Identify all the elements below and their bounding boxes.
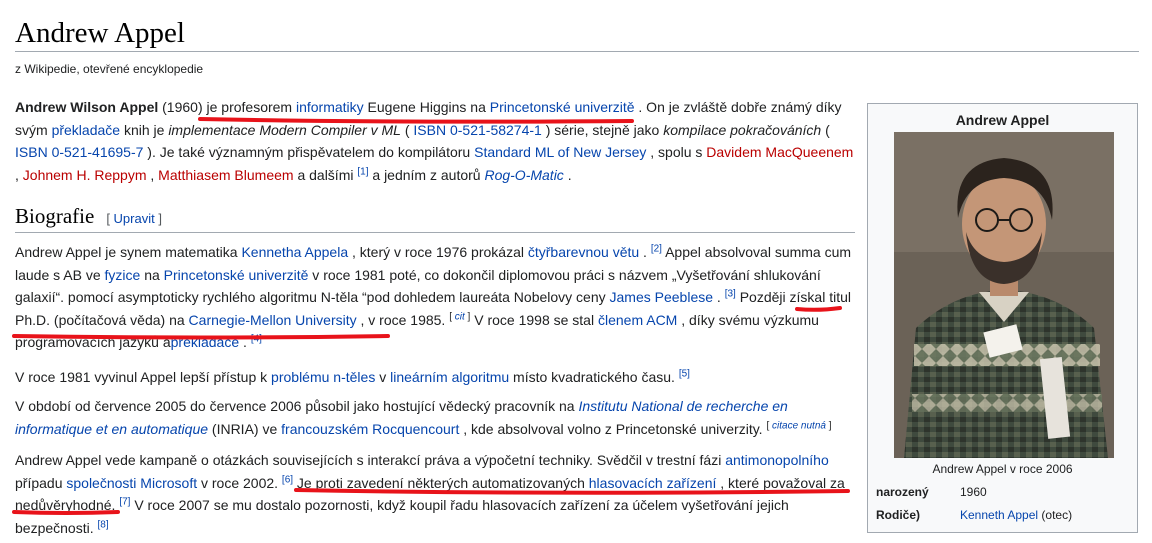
text: , kde absolvoval volno z Princetonské un… <box>459 420 767 437</box>
link-antimonopolniho[interactable]: antimonopolního <box>725 452 829 468</box>
link-linearni-algoritmus[interactable]: lineárním algoritmu <box>390 369 509 385</box>
text: V roce 1981 vyvinul Appel lepší přístup … <box>15 369 272 385</box>
title-divider <box>15 51 1139 52</box>
text: (INRIA) ve <box>208 420 282 437</box>
text: V roce 1998 se stal <box>470 311 598 328</box>
reference-1[interactable]: [1] <box>357 166 368 177</box>
text: (otec) <box>1038 508 1073 522</box>
redlink-blume[interactable]: Matthiasem Blumeem <box>158 167 293 183</box>
link-princeton-2[interactable]: Princetonské univerzitě <box>164 267 309 283</box>
book-title: kompilace pokračováních <box>663 121 822 138</box>
bio-paragraph-1: Andrew Appel je synem matematika Kenneth… <box>15 241 855 354</box>
link-rocquencourt[interactable]: francouzském Rocquencourt <box>281 421 459 437</box>
photo-caption: Andrew Appel v roce 2006 <box>932 462 1073 476</box>
link-peebles[interactable]: James Peeblese <box>610 289 714 305</box>
text: ) série, stejně jako <box>541 121 664 138</box>
redlink-reppy[interactable]: Johnem H. Reppym <box>23 167 147 183</box>
reference-4[interactable]: [4] <box>251 333 262 344</box>
bio-paragraph-2: V roce 1981 vyvinul Appel lepší přístup … <box>15 366 855 389</box>
text: místo kvadratického času. <box>509 369 679 385</box>
section-biografie: Biografie [ Upravit ] <box>15 204 855 229</box>
text: . <box>239 334 251 350</box>
link-prekladace[interactable]: překladače <box>52 122 121 138</box>
citation-needed-link[interactable]: cit <box>455 311 465 322</box>
link-isbn-2[interactable]: ISBN 0-521-41695-7 <box>15 144 143 160</box>
reference-7[interactable]: [7] <box>119 496 130 507</box>
text: na <box>140 266 164 283</box>
text: Eugene Higgins na <box>363 99 490 115</box>
page-title: Andrew Appel <box>15 17 185 49</box>
text: ( <box>400 121 414 138</box>
page-tagline: z Wikipedie, otevřené encyklopedie <box>15 62 204 76</box>
reference-3[interactable]: [3] <box>725 288 736 299</box>
link-fyzice[interactable]: fyzice <box>105 267 141 283</box>
link-cmu[interactable]: Carnegie-Mellon University <box>189 312 357 328</box>
link-problem-n-teles[interactable]: problému n-těles <box>271 369 375 385</box>
bracket: ] <box>154 211 162 226</box>
bio-paragraph-4: Andrew Appel vede kampaně o otázkách sou… <box>15 449 855 539</box>
born-value: 1960 <box>960 485 987 499</box>
link-rogomatic[interactable]: Rog-O-Matic <box>484 167 563 183</box>
text: knih je <box>120 121 169 138</box>
section-heading: Biografie <box>15 204 95 228</box>
portrait-illustration <box>894 132 1114 458</box>
infobox: Andrew Appel Andrew Appel v roce 2006 na… <box>867 103 1138 533</box>
text: (1960) je profesorem <box>158 99 296 115</box>
text: a jedním z autorů <box>368 166 485 183</box>
text: . <box>713 289 725 305</box>
link-isbn-1[interactable]: ISBN 0-521-58274-1 <box>413 122 541 138</box>
text: ( <box>821 121 830 138</box>
link-sml[interactable]: Standard ML of New Jersey <box>474 144 646 160</box>
reference-5[interactable]: [5] <box>679 368 690 379</box>
link-acm[interactable]: členem ACM <box>598 312 677 328</box>
text: , <box>15 166 23 183</box>
subject-name: Andrew Wilson Appel <box>15 99 159 115</box>
citation-needed-link-2[interactable]: citace nutná <box>772 420 826 431</box>
link-ctyrbarevna-veta[interactable]: čtyřbarevnou větu <box>528 244 639 260</box>
text: , <box>146 166 159 183</box>
link-informatiky[interactable]: informatiky <box>296 99 364 115</box>
link-hlasovaci-zarizeni[interactable]: hlasovacích zařízení <box>589 475 717 491</box>
text: Andrew Appel je synem matematika <box>15 244 242 260</box>
text: Je proti zavedení některých automatizova… <box>293 474 589 491</box>
edit-section: [ Upravit ] <box>106 211 162 226</box>
text: v <box>375 369 391 385</box>
text: V roce 2007 se mu dostalo pozornosti, kd… <box>15 497 789 536</box>
book-title: implementace Modern Compiler v ML <box>168 121 401 138</box>
link-microsoft[interactable]: společnosti Microsoft <box>66 475 197 491</box>
bio-paragraph-3: V období od července 2005 do července 20… <box>15 395 855 440</box>
redlink-macqueen[interactable]: Davidem MacQueenem <box>706 144 853 160</box>
link-princeton[interactable]: Princetonské univerzitě <box>490 99 635 115</box>
text: . <box>563 166 572 183</box>
edit-section-link[interactable]: Upravit <box>114 211 155 226</box>
text: , který v roce 1976 prokázal <box>348 244 528 260</box>
bracket: ] <box>825 419 832 431</box>
intro-paragraph: Andrew Wilson Appel (1960) je profesorem… <box>15 96 855 186</box>
text: případu <box>15 474 67 491</box>
section-divider <box>15 232 855 233</box>
infobox-title: Andrew Appel <box>955 112 1050 128</box>
text: Andrew Appel vede kampaně o otázkách sou… <box>15 452 726 468</box>
text: ). Je také významným přispěvatelem do ko… <box>143 144 475 160</box>
portrait-photo[interactable] <box>894 132 1114 458</box>
text: , v roce 1985. <box>356 311 450 328</box>
text: V období od července 2005 do července 20… <box>15 398 579 414</box>
text: . <box>639 244 651 260</box>
text: a dalšími <box>293 166 358 183</box>
bracket: [ <box>106 211 114 226</box>
text: v roce 2002. <box>197 474 282 491</box>
parents-value: Kenneth Appel (otec) <box>960 508 1072 522</box>
reference-2[interactable]: [2] <box>651 243 662 254</box>
reference-8[interactable]: [8] <box>98 519 109 530</box>
text: , spolu s <box>646 144 707 160</box>
parents-label: Rodiče) <box>876 508 921 522</box>
link-kenneth-appel[interactable]: Kennetha Appela <box>241 244 348 260</box>
link-kenneth-appel-infobox[interactable]: Kenneth Appel <box>960 508 1038 522</box>
reference-6[interactable]: [6] <box>282 474 293 485</box>
born-label: narozený <box>876 485 929 499</box>
link-prekladace-2[interactable]: překladače <box>171 334 240 350</box>
